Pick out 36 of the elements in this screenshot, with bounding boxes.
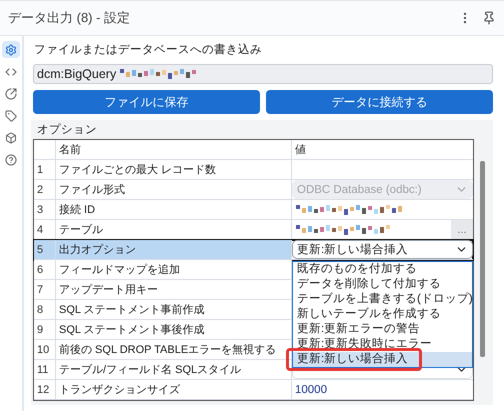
table-cell: ファイル形式 [56, 180, 292, 200]
table-cell-text: 10000 [294, 384, 328, 396]
row-number: 3 [34, 200, 56, 220]
row-number: 10 [34, 340, 56, 360]
row-number: 7 [34, 280, 56, 300]
table-cell: トランザクションサイズ [56, 380, 292, 400]
action-button[interactable]: データに接続する [266, 90, 493, 114]
table-cell: ファイルごとの最大 レコード数 [56, 160, 292, 180]
row-number: 2 [34, 180, 56, 200]
row-number: 6 [34, 260, 56, 280]
row-number: 5 [34, 240, 56, 260]
table-cell: フィールドマップを追加 [56, 260, 292, 280]
browse-button[interactable]: ... [451, 220, 473, 239]
table-cell: 出力オプション [56, 240, 292, 260]
action-button[interactable]: ファイルに保存 [33, 90, 260, 114]
section-title: ファイルまたはデータベースへの書き込み [34, 42, 263, 57]
options-label: オプション [37, 122, 98, 137]
row-number: 1 [34, 160, 56, 180]
row-number: 8 [34, 300, 56, 320]
table-cell: アップデート用キー [56, 280, 292, 300]
table-cell: 接続 ID [56, 200, 292, 220]
table-cell: SQL ステートメント事後作成 [56, 320, 292, 340]
pin-icon[interactable] [482, 11, 496, 25]
row-number: 9 [34, 320, 56, 340]
row-number: 4 [34, 220, 56, 240]
row-number: 12 [34, 380, 56, 400]
settings-icon[interactable] [2, 41, 20, 58]
window-title: データ出力 (8) - 設定 [8, 9, 132, 27]
row-number: 11 [34, 360, 56, 380]
table-cell: テーブル/フィールド名 SQLスタイル [56, 360, 292, 380]
value-dropdown[interactable]: 更新:新しい場合挿入 [292, 240, 473, 259]
column-header: 名前 [56, 140, 292, 160]
scrollbar[interactable] [480, 161, 485, 357]
connection-field[interactable]: dcm:BigQuery [33, 64, 493, 84]
table-cell: SQL ステートメント事前作成 [56, 300, 292, 320]
table-cell: 前後の SQL DROP TABLEエラーを無視する [56, 340, 292, 360]
